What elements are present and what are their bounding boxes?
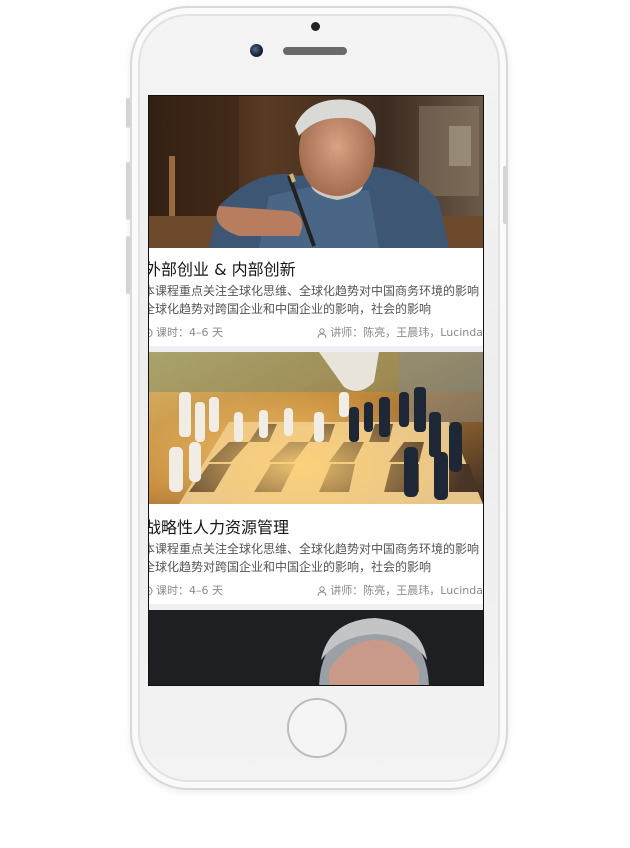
- clock-icon: [149, 586, 153, 596]
- app-screen: 外部创业 & 内部创新 本课程重点关注全球化思维、全球化趋势对中国商务环境的影响…: [148, 95, 484, 686]
- course-instructors: 讲师：陈亮，王晨玮，Lucinda: [317, 582, 483, 598]
- clock-icon: [149, 328, 153, 338]
- course-instructors-text: 讲师：陈亮，王晨玮，Lucinda: [330, 584, 483, 597]
- course-description-line: 本课程重点关注全球化思维、全球化趋势对中国商务环境的影响: [148, 542, 480, 556]
- volume-down-button: [126, 236, 130, 294]
- course-title: 战略性人力资源管理: [148, 518, 290, 537]
- course-duration-text: 课时：4–6 天: [156, 326, 223, 339]
- course-description-line: 本课程重点关注全球化思维、全球化趋势对中国商务环境的影响: [148, 284, 480, 298]
- course-instructors-text: 讲师：陈亮，王晨玮，Lucinda: [330, 326, 483, 339]
- course-duration: 课时：4–6 天: [149, 582, 223, 598]
- person-icon: [317, 586, 327, 596]
- gray-haired-man-photo: [149, 610, 483, 685]
- earpiece-speaker: [283, 47, 347, 55]
- course-duration-text: 课时：4–6 天: [156, 584, 223, 597]
- course-description-line: 全球化趋势对跨国企业和中国企业的影响，社会的影响: [148, 302, 432, 316]
- course-description: 本课程重点关注全球化思维、全球化趋势对中国商务环境的影响 全球化趋势对跨国企业和…: [148, 282, 483, 318]
- person-icon: [317, 328, 327, 338]
- power-button: [503, 166, 507, 224]
- mute-switch: [126, 98, 130, 128]
- chess-photo: [149, 352, 483, 504]
- course-instructors: 讲师：陈亮，王晨玮，Lucinda: [317, 324, 483, 340]
- proximity-sensor: [311, 22, 320, 31]
- course-meta: 课时：4–6 天 讲师：陈亮，王晨玮，Lucinda: [149, 324, 483, 340]
- course-card[interactable]: [149, 610, 483, 685]
- course-duration: 课时：4–6 天: [149, 324, 223, 340]
- home-button[interactable]: [287, 698, 347, 758]
- craftsman-photo: [149, 96, 483, 248]
- course-card[interactable]: 战略性人力资源管理 本课程重点关注全球化思维、全球化趋势对中国商务环境的影响 全…: [149, 352, 483, 604]
- front-camera: [250, 44, 263, 57]
- course-description: 本课程重点关注全球化思维、全球化趋势对中国商务环境的影响 全球化趋势对跨国企业和…: [148, 540, 483, 576]
- course-description-line: 全球化趋势对跨国企业和中国企业的影响，社会的影响: [148, 560, 432, 574]
- course-title: 外部创业 & 内部创新: [148, 260, 296, 279]
- course-meta: 课时：4–6 天 讲师：陈亮，王晨玮，Lucinda: [149, 582, 483, 598]
- course-card[interactable]: 外部创业 & 内部创新 本课程重点关注全球化思维、全球化趋势对中国商务环境的影响…: [149, 96, 483, 346]
- volume-up-button: [126, 162, 130, 220]
